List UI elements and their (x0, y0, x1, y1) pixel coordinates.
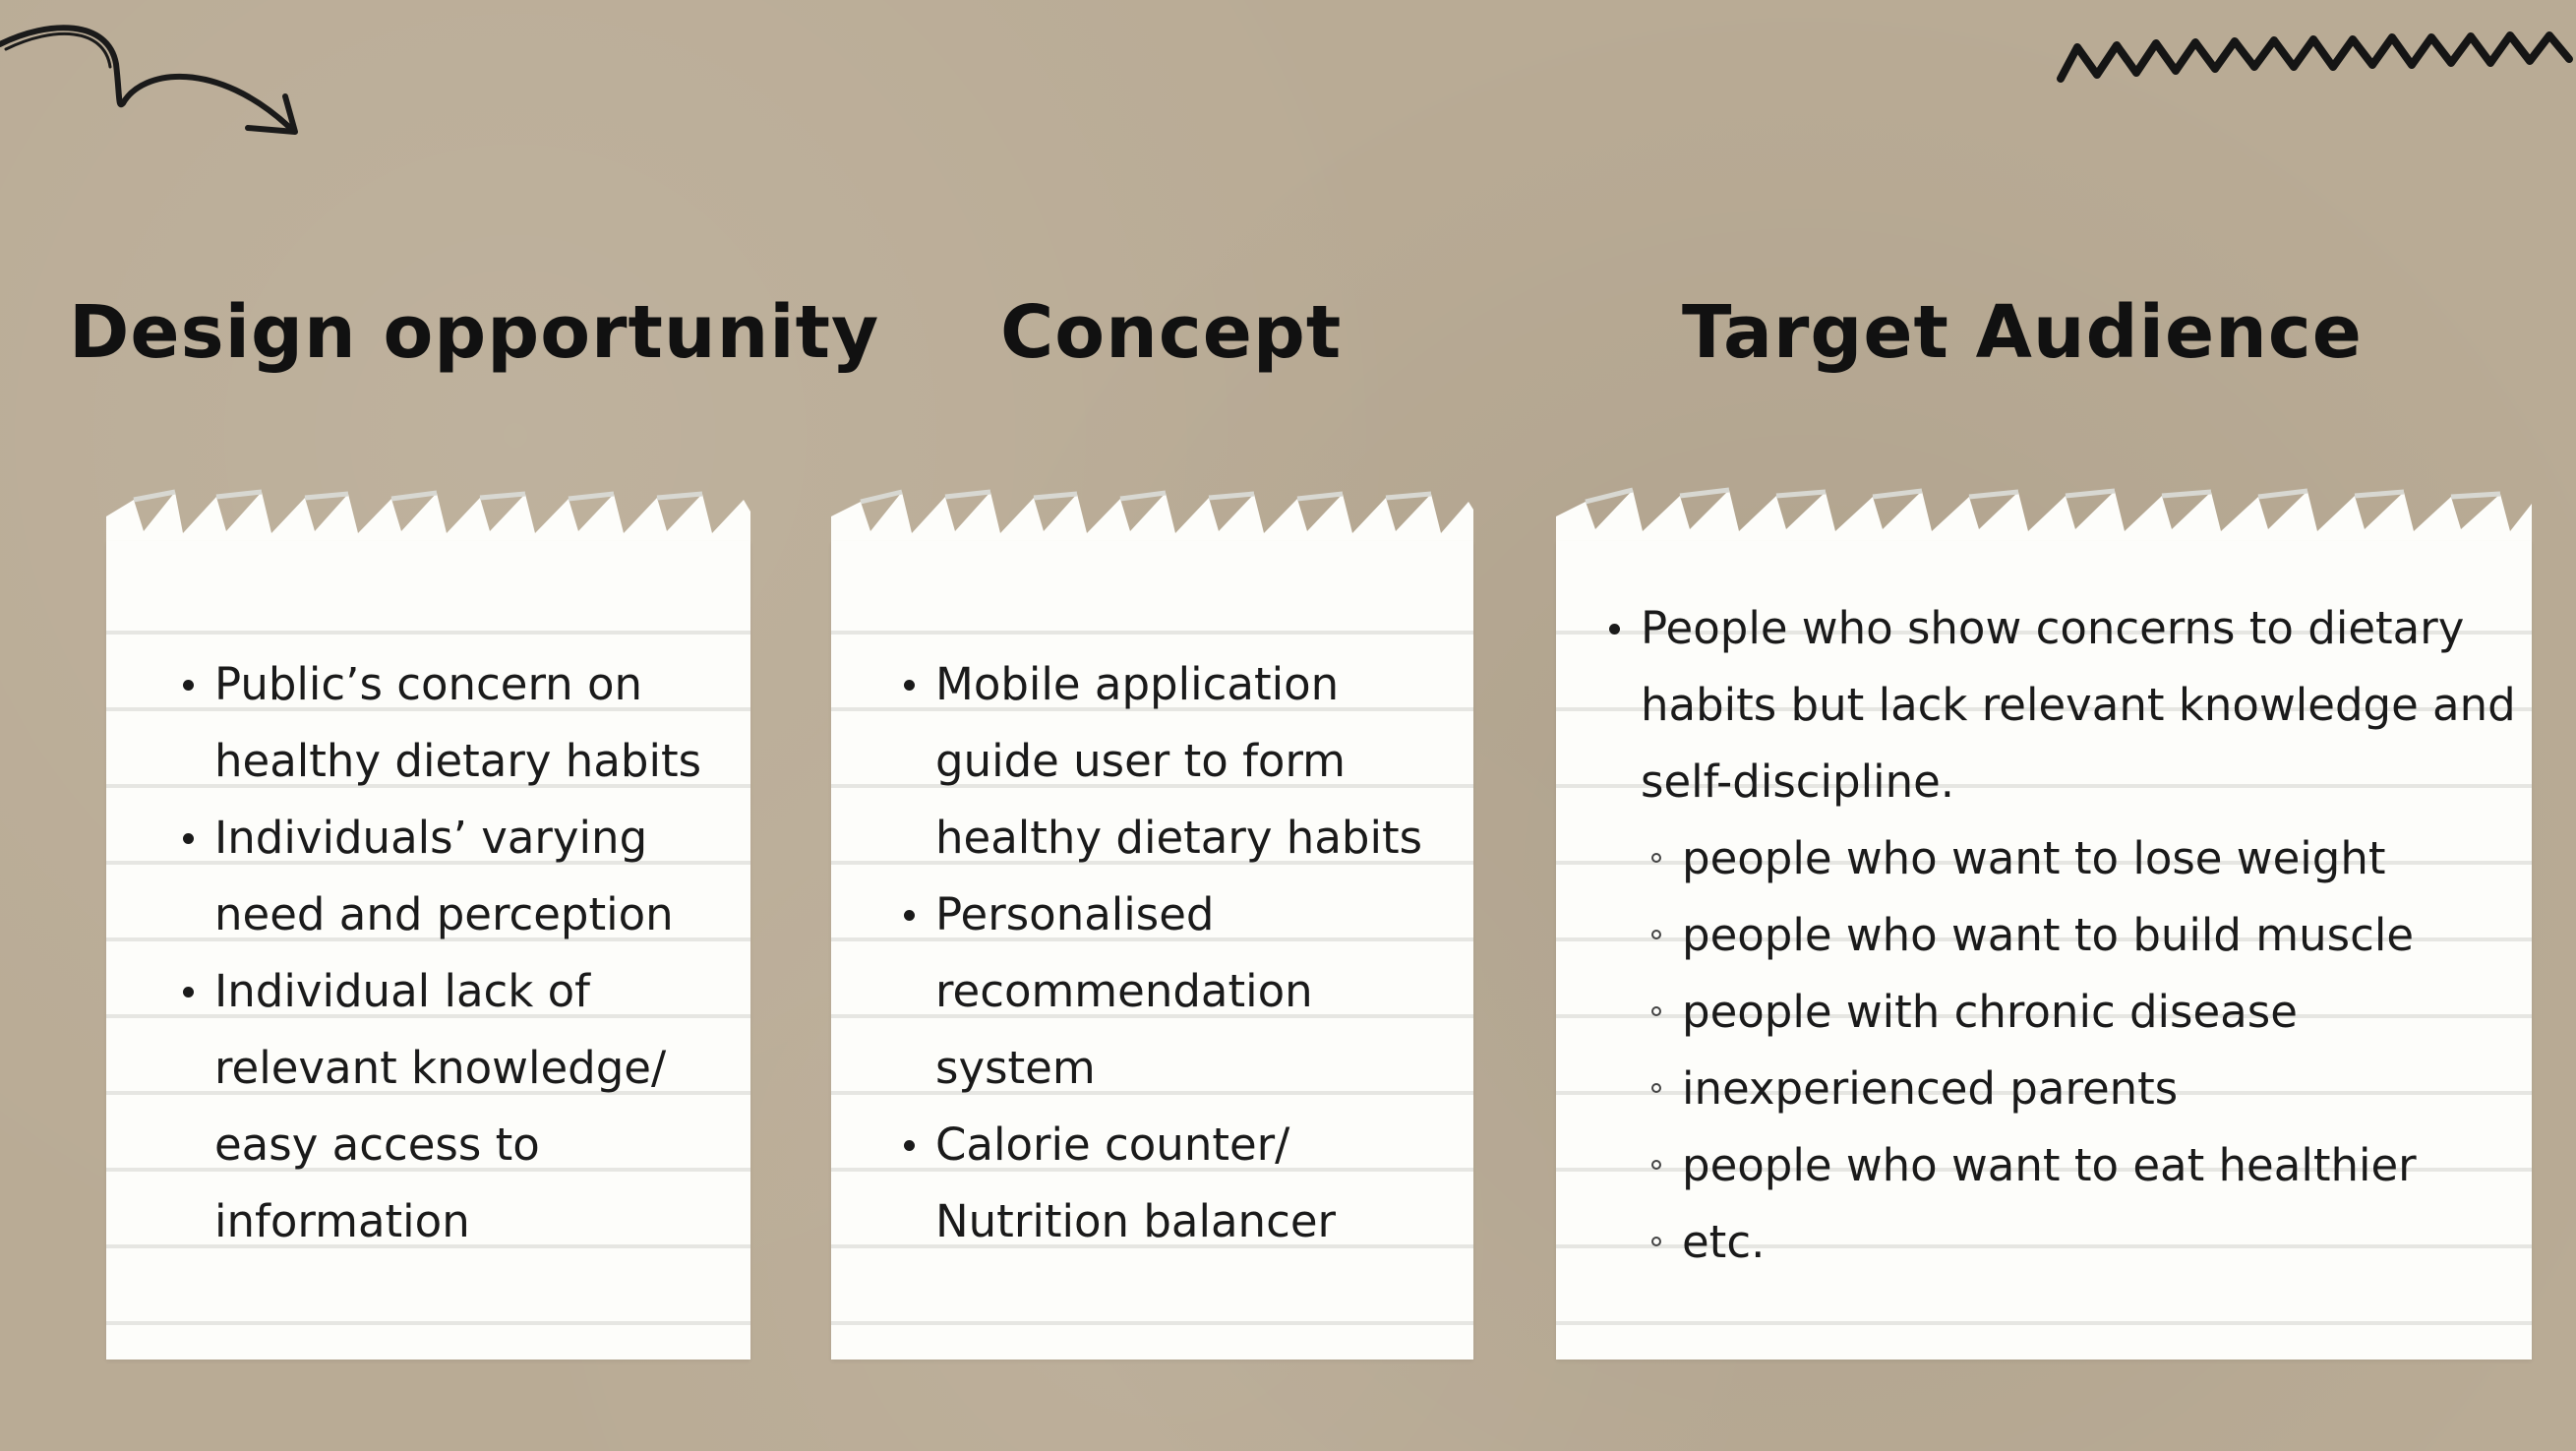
sub-list-item: people who want to build muscle (1607, 897, 2522, 974)
target-audience-sublist: people who want to lose weight people wh… (1607, 820, 2522, 1281)
heading-design-opportunity: Design opportunity (69, 290, 880, 375)
heading-concept: Concept (1000, 290, 1343, 375)
list-item: Mobile application guide user to form he… (902, 646, 1463, 877)
sub-list-item: etc. (1607, 1204, 2522, 1281)
list-item: Personalised recommendation system (902, 877, 1463, 1107)
sub-list-item: inexperienced parents (1607, 1051, 2522, 1127)
note-card-concept: Mobile application guide user to form he… (831, 472, 1473, 1360)
note-card-design-opportunity: Public’s concern on healthy dietary habi… (106, 472, 750, 1360)
concept-list: Mobile application guide user to form he… (902, 646, 1463, 1260)
design-opportunity-list: Public’s concern on healthy dietary habi… (181, 646, 732, 1260)
list-item-text: People who show concerns to dietary habi… (1641, 602, 2516, 808)
heading-target-audience: Target Audience (1682, 290, 2363, 375)
torn-paper-edge (106, 489, 750, 546)
sub-list-item: people with chronic disease (1607, 974, 2522, 1051)
list-item: Public’s concern on healthy dietary habi… (181, 646, 732, 800)
list-item: People who show concerns to dietary habi… (1607, 590, 2522, 1281)
zigzag-icon (2057, 31, 2573, 83)
sub-list-item: people who want to eat healthier (1607, 1127, 2522, 1204)
sub-list-item: people who want to lose weight (1607, 820, 2522, 897)
list-item: Calorie counter/ Nutrition balancer (902, 1107, 1463, 1260)
torn-paper-edge (1556, 487, 2532, 546)
list-item: Individual lack of relevant knowledge/ e… (181, 953, 732, 1260)
torn-paper-edge (831, 489, 1473, 546)
note-card-target-audience: People who show concerns to dietary habi… (1556, 472, 2532, 1360)
target-audience-list: People who show concerns to dietary habi… (1607, 590, 2522, 1281)
curved-arrow-icon (0, 25, 298, 135)
list-item: Individuals’ varying need and perception (181, 800, 732, 953)
